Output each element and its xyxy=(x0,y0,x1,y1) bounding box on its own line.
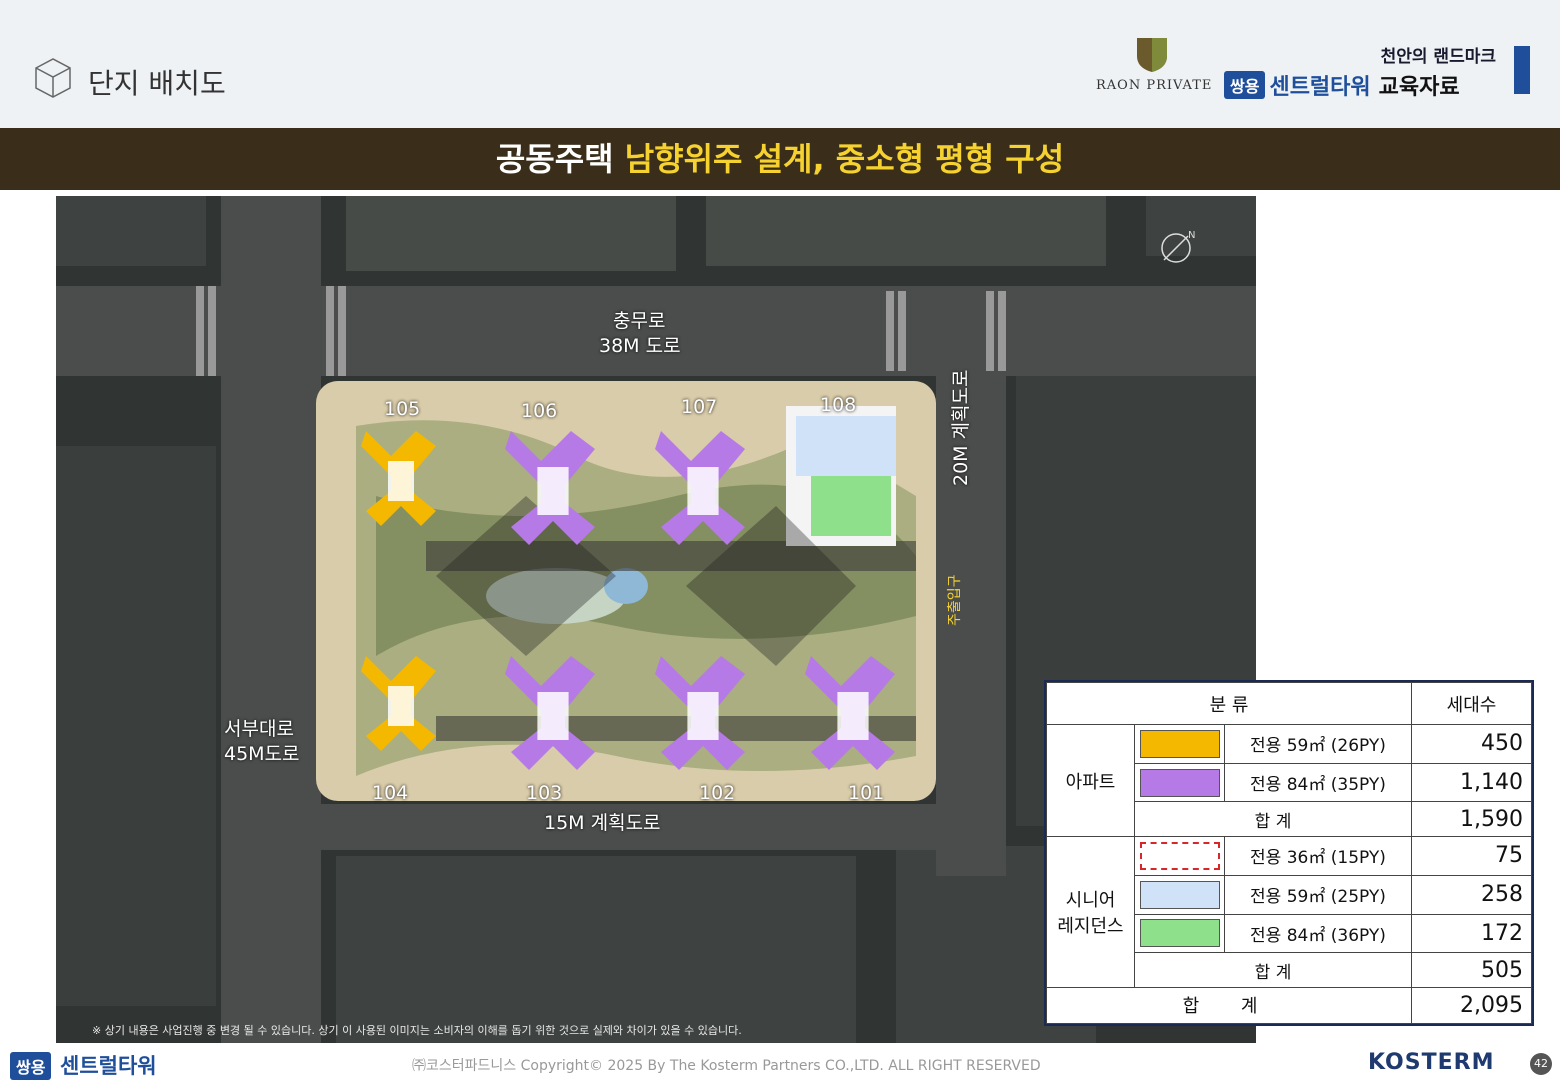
banner-text-yellow: 남향위주 설계, 중소형 평형 구성 xyxy=(624,140,1065,178)
road-west-name: 서부대로 xyxy=(224,718,294,740)
swatch-apt84 xyxy=(1139,768,1220,797)
svg-text:N: N xyxy=(1188,230,1195,241)
header-accent-bar xyxy=(1514,46,1530,94)
road-north-name: 충무로 xyxy=(613,310,666,332)
brand-row: 쌍용 센트럴타워 교육자료 xyxy=(1224,69,1496,101)
building-104-label: 104 xyxy=(372,782,409,804)
north-compass-icon: N xyxy=(1161,230,1195,263)
swatch-sr84 xyxy=(1139,919,1220,948)
senior-label-1: 시니어 xyxy=(1065,890,1116,912)
road-east-name: 20M 계획도로 xyxy=(950,369,972,486)
apt-category: 아파트 xyxy=(1046,723,1135,838)
tower-102 xyxy=(655,656,745,770)
banner: 공동주택 남향위주 설계, 중소형 평형 구성 xyxy=(0,128,1560,190)
unit-count-table: 분 류 세대수 아파트 전용 59㎡ (26PY) 450 전용 84㎡ (35… xyxy=(1044,680,1534,1026)
row-desc: 전용 84㎡ (36PY) xyxy=(1224,913,1412,954)
table-row: 아파트 전용 59㎡ (26PY) 450 xyxy=(1046,723,1532,838)
row-desc: 전용 59㎡ (25PY) xyxy=(1224,874,1412,915)
road-west-width: 45M도로 xyxy=(224,743,300,765)
row-units: 1,140 xyxy=(1411,762,1532,803)
building-103-label: 103 xyxy=(526,782,563,804)
tower-107 xyxy=(655,431,745,545)
building-105-label: 105 xyxy=(384,398,421,420)
row-units: 172 xyxy=(1411,913,1532,954)
shield-logo-icon xyxy=(1137,38,1167,72)
row-units: 258 xyxy=(1411,874,1532,915)
grand-total-units: 2,095 xyxy=(1411,986,1532,1025)
footer-brand: 센트럴타워 xyxy=(60,1054,157,1078)
disclaimer: ※ 상기 내용은 사업진행 중 변경 될 수 있습니다. 상기 이 사용된 이미… xyxy=(92,1024,742,1037)
page-number: 42 xyxy=(1530,1053,1552,1075)
tower-101 xyxy=(805,656,895,770)
tagline: 천안의 랜드마크 xyxy=(1380,47,1496,67)
row-desc: 전용 36㎡ (15PY) xyxy=(1224,836,1412,876)
row-units: 450 xyxy=(1411,724,1532,764)
east-gate-label: 주출입구 xyxy=(947,574,963,626)
road-north-width: 38M 도로 xyxy=(599,335,681,357)
header: 단지 배치도 RAON PRIVATE 천안의 랜드마크 쌍용 센트럴타워 교육… xyxy=(0,0,1560,128)
header-units: 세대수 xyxy=(1411,682,1532,725)
brand-block: 천안의 랜드마크 쌍용 센트럴타워 교육자료 xyxy=(1224,42,1496,101)
swatch-sr36 xyxy=(1139,841,1220,870)
unit-table: 분 류 세대수 아파트 전용 59㎡ (26PY) 450 전용 84㎡ (35… xyxy=(1046,682,1532,1025)
row-units: 505 xyxy=(1411,952,1532,988)
swatch-sr59 xyxy=(1139,880,1220,909)
senior-label-2: 레지던스 xyxy=(1057,916,1124,938)
row-desc: 전용 59㎡ (26PY) xyxy=(1224,724,1412,764)
table-header-row: 분 류 세대수 xyxy=(1046,682,1532,725)
row-desc: 합 계 xyxy=(1134,952,1412,988)
tower-105 xyxy=(361,431,436,526)
tower-106 xyxy=(505,431,595,545)
swatch-apt59 xyxy=(1139,729,1220,758)
building-108-label: 108 xyxy=(820,394,857,416)
grand-total-row: 합 계 2,095 xyxy=(1046,986,1532,1025)
header-category: 분 류 xyxy=(1046,682,1412,725)
senior-category: 시니어 레지던스 xyxy=(1046,836,1135,988)
road-south-name: 15M 계획도로 xyxy=(544,812,661,834)
footer-copyright: ㈜코스터파드니스 Copyright© 2025 By The Kosterm … xyxy=(412,1058,1041,1074)
brand-name: 센트럴타워 xyxy=(1269,75,1371,100)
building-106-label: 106 xyxy=(521,400,558,422)
row-desc: 합 계 xyxy=(1134,801,1412,838)
row-desc: 전용 84㎡ (35PY) xyxy=(1224,762,1412,803)
edu-label: 교육자료 xyxy=(1378,75,1460,100)
ssangyong-badge: 쌍용 xyxy=(1224,71,1266,99)
raon-private-logo: RAON PRIVATE xyxy=(1096,36,1213,93)
cube-icon xyxy=(35,58,71,98)
kosterm-logo: KOSTERM xyxy=(1368,1050,1495,1075)
page-title: 단지 배치도 xyxy=(88,67,226,100)
grand-total-label: 합 계 xyxy=(1046,986,1412,1025)
banner-text-white: 공동주택 xyxy=(495,140,625,178)
tower-104 xyxy=(361,656,436,751)
building-101-label: 101 xyxy=(848,782,885,804)
tower-103 xyxy=(505,656,595,770)
raon-private-text: RAON PRIVATE xyxy=(1096,78,1213,93)
building-102-label: 102 xyxy=(699,782,736,804)
footer: 쌍용 센트럴타워 ㈜코스터파드니스 Copyright© 2025 By The… xyxy=(0,1046,1560,1080)
row-units: 1,590 xyxy=(1411,801,1532,838)
footer-ssangyong-badge: 쌍용 xyxy=(10,1052,52,1080)
row-units: 75 xyxy=(1411,836,1532,876)
building-107-label: 107 xyxy=(681,396,718,418)
table-row: 시니어 레지던스 전용 36㎡ (15PY) 75 xyxy=(1046,836,1532,988)
